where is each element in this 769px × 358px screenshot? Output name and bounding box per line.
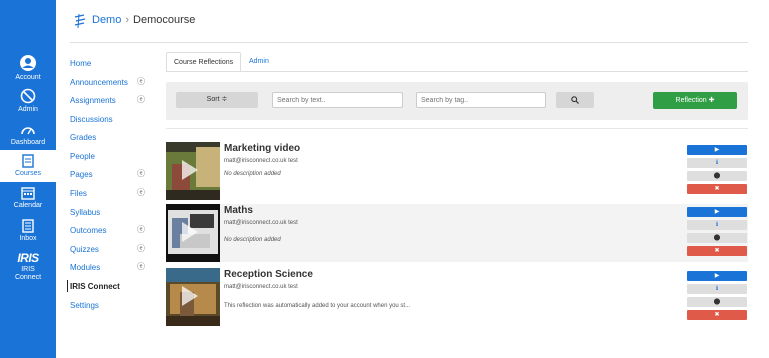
tag-button[interactable]: ⬤ (687, 233, 747, 243)
play-overlay-icon (182, 160, 198, 180)
course-nav-home[interactable]: Home (70, 59, 91, 68)
global-nav-iris-connect[interactable]: IRIS IRIS Connect (0, 251, 56, 282)
visibility-icon: ⓔ (137, 77, 145, 86)
play-button[interactable]: ▶ (687, 145, 747, 155)
account-icon (20, 55, 36, 71)
visibility-icon: ⓔ (137, 225, 145, 234)
play-overlay-icon (182, 222, 198, 242)
course-nav-grades[interactable]: Grades (70, 133, 96, 142)
visibility-icon: ⓔ (137, 188, 145, 197)
visibility-icon: ⓔ (137, 95, 145, 104)
courses-icon (22, 154, 34, 168)
reflection-description: No description added (224, 237, 281, 243)
add-reflection-button[interactable]: Reflection ✚ (653, 92, 737, 109)
video-thumbnail[interactable] (166, 204, 220, 262)
global-nav-inbox-label: Inbox (19, 235, 37, 242)
video-thumbnail[interactable] (166, 142, 220, 200)
reflection-author: matt@irisconnect.co.uk test (224, 220, 298, 226)
breadcrumb: Demo › Democourse (92, 14, 195, 26)
play-button[interactable]: ▶ (687, 271, 747, 281)
course-nav-quizzes[interactable]: Quizzes (70, 245, 99, 254)
course-nav-syllabus[interactable]: Syllabus (70, 208, 100, 217)
global-nav-iris-connect-label: IRIS Connect (14, 266, 42, 281)
tab-divider (166, 71, 748, 72)
search-text-input[interactable] (272, 92, 403, 108)
tab-course-reflections[interactable]: Course Reflections (166, 52, 242, 72)
play-button[interactable]: ▶ (687, 207, 747, 217)
global-nav-courses-label: Courses (14, 170, 42, 177)
visibility-icon: ⓔ (137, 262, 145, 271)
reflection-card: Marketing video matt@irisconnect.co.uk t… (166, 142, 748, 200)
course-nav-announcements[interactable]: Announcements (70, 78, 128, 87)
global-nav-admin[interactable]: Admin (0, 88, 56, 114)
iris-logo-icon: IRIS (17, 251, 39, 265)
inbox-icon (22, 219, 34, 233)
reflection-card: Reception Science matt@irisconnect.co.uk… (166, 268, 748, 326)
global-nav: Account Admin Dashboard Courses Calendar… (0, 0, 56, 358)
hamburger-icon[interactable] (73, 13, 87, 29)
course-nav-discussions[interactable]: Discussions (70, 115, 113, 124)
global-nav-calendar[interactable]: Calendar (0, 186, 56, 210)
sort-button[interactable]: Sort ≑ (176, 92, 258, 108)
calendar-icon (21, 187, 35, 200)
global-nav-account[interactable]: Account (0, 54, 56, 82)
breadcrumb-item-democourse[interactable]: Democourse (133, 14, 195, 26)
course-nav-outcomes[interactable]: Outcomes (70, 226, 106, 235)
dashboard-icon (21, 127, 35, 135)
info-button[interactable]: ℹ (687, 284, 747, 294)
reflection-toolbar: Sort ≑ Reflection ✚ (166, 82, 748, 120)
reflection-card: Maths matt@irisconnect.co.uk test No des… (166, 204, 748, 262)
tag-button[interactable]: ⬤ (687, 171, 747, 181)
header-divider (70, 42, 748, 43)
global-nav-calendar-label: Calendar (13, 202, 43, 209)
play-overlay-icon (182, 286, 198, 306)
reflection-author: matt@irisconnect.co.uk test (224, 284, 298, 290)
delete-button[interactable]: ✖ (687, 310, 747, 320)
global-nav-admin-label: Admin (18, 106, 38, 113)
info-button[interactable]: ℹ (687, 220, 747, 230)
course-nav-pages[interactable]: Pages (70, 170, 93, 179)
reflection-title[interactable]: Maths (224, 205, 253, 216)
visibility-icon: ⓔ (137, 244, 145, 253)
course-nav-assignments[interactable]: Assignments (70, 96, 116, 105)
reflection-title[interactable]: Marketing video (224, 143, 300, 154)
reflection-description: This reflection was automatically added … (224, 303, 411, 309)
delete-button[interactable]: ✖ (687, 184, 747, 194)
course-nav-iris-connect[interactable]: IRIS Connect (67, 280, 120, 292)
course-nav-people[interactable]: People (70, 152, 95, 161)
breadcrumb-separator: › (125, 14, 130, 26)
global-nav-account-label: Account (15, 74, 41, 81)
global-nav-dashboard[interactable]: Dashboard (0, 123, 56, 147)
global-nav-inbox[interactable]: Inbox (0, 219, 56, 243)
course-nav-settings[interactable]: Settings (70, 301, 99, 310)
reflection-title[interactable]: Reception Science (224, 269, 313, 280)
video-thumbnail[interactable] (166, 268, 220, 326)
global-nav-dashboard-label: Dashboard (10, 139, 46, 146)
admin-icon (20, 88, 36, 104)
delete-button[interactable]: ✖ (687, 246, 747, 256)
reflection-description: No description added (224, 171, 281, 177)
info-button[interactable]: ℹ (687, 158, 747, 168)
search-button[interactable] (556, 92, 594, 108)
toolbar-divider (166, 128, 748, 129)
course-nav-files[interactable]: Files (70, 189, 87, 198)
global-nav-courses[interactable]: Courses (0, 150, 56, 182)
reflection-author: matt@irisconnect.co.uk test (224, 158, 298, 164)
tab-admin[interactable]: Admin (242, 52, 276, 72)
search-icon (571, 96, 579, 104)
course-nav-modules[interactable]: Modules (70, 263, 100, 272)
search-tag-input[interactable] (416, 92, 546, 108)
tag-button[interactable]: ⬤ (687, 297, 747, 307)
breadcrumb-item-demo[interactable]: Demo (92, 14, 121, 26)
visibility-icon: ⓔ (137, 169, 145, 178)
